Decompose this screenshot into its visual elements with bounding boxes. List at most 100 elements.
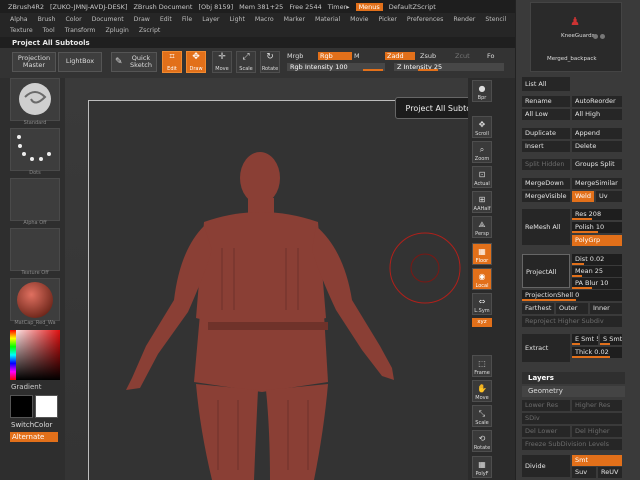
rgb-toggle[interactable]: Rgb: [318, 52, 352, 60]
draw-button[interactable]: ✥ Draw: [186, 51, 206, 73]
menu-item-zplugin[interactable]: Zplugin: [105, 27, 128, 34]
menu-item-layer[interactable]: Layer: [202, 16, 219, 23]
menu-item-render[interactable]: Render: [453, 16, 475, 23]
bpr-button[interactable]: ● Bpr: [472, 80, 492, 102]
geometry-section-header[interactable]: Geometry: [522, 386, 625, 397]
merge-down-button[interactable]: MergeDown: [522, 178, 570, 189]
append-button[interactable]: Append: [572, 128, 622, 139]
polyf-button[interactable]: ▦ PolyF: [472, 456, 492, 478]
color-picker[interactable]: [10, 330, 60, 380]
menu-item-edit[interactable]: Edit: [160, 16, 172, 23]
menus-toggle[interactable]: Menus: [355, 2, 383, 11]
merge-visible-button[interactable]: MergeVisible: [522, 191, 570, 202]
del-lower-button[interactable]: Del Lower: [522, 426, 570, 437]
inner-toggle[interactable]: Inner: [590, 303, 622, 314]
scroll-button[interactable]: ✥ Scroll: [472, 116, 492, 138]
subtool-item-merged-backpack[interactable]: Merged_backpack: [547, 56, 597, 62]
menu-item-marker[interactable]: Marker: [284, 16, 305, 23]
menu-item-texture[interactable]: Texture: [10, 27, 33, 34]
main-color-swatch[interactable]: [10, 395, 33, 418]
insert-button[interactable]: Insert: [522, 141, 570, 152]
m-toggle[interactable]: M: [354, 52, 360, 60]
alternate-button[interactable]: Alternate: [10, 432, 58, 442]
menu-item-light[interactable]: Light: [229, 16, 244, 23]
reproject-higher-button[interactable]: Reproject Higher Subdiv: [522, 316, 622, 327]
floor-button[interactable]: ▦ Floor: [472, 243, 492, 265]
brush-thumbnail[interactable]: [10, 78, 60, 121]
lower-res-button[interactable]: Lower Res: [522, 400, 570, 411]
menu-item-document[interactable]: Document: [92, 16, 124, 23]
list-all-button[interactable]: List All: [522, 77, 570, 91]
zoom-button[interactable]: ⌕ Zoom: [472, 141, 492, 163]
zcut-toggle[interactable]: Zcut: [455, 52, 470, 60]
menu-item-movie[interactable]: Movie: [350, 16, 368, 23]
divide-button[interactable]: Divide: [522, 455, 570, 477]
auto-reorder-button[interactable]: AutoReorder: [572, 96, 622, 107]
subtool-item-kneeguards[interactable]: KneeGuards: [561, 33, 595, 39]
visibility-toggle-icon[interactable]: [593, 33, 613, 39]
move-view-button[interactable]: ✋ Move: [472, 380, 492, 402]
switch-color-button[interactable]: SwitchColor: [11, 421, 52, 429]
layers-section-header[interactable]: Layers: [522, 372, 625, 384]
actual-button[interactable]: ⊡ Actual: [472, 166, 492, 188]
aahalf-button[interactable]: ⊞ AAHalf: [472, 191, 492, 213]
duplicate-button[interactable]: Duplicate: [522, 128, 570, 139]
weld-toggle[interactable]: Weld: [572, 191, 594, 202]
menu-item-draw[interactable]: Draw: [134, 16, 150, 23]
reuv-toggle[interactable]: ReUV: [598, 467, 622, 478]
menu-item-preferences[interactable]: Preferences: [407, 16, 443, 23]
scale-button[interactable]: ⤢ Scale: [236, 51, 256, 73]
lsym-button[interactable]: ⇔ L.Sym: [472, 293, 492, 315]
focal-shift-label[interactable]: Fo: [487, 52, 494, 60]
menu-item-alpha[interactable]: Alpha: [10, 16, 28, 23]
suv-toggle[interactable]: Suv: [572, 467, 596, 478]
sdiv-slider[interactable]: SDiv: [522, 413, 622, 424]
rotate-button[interactable]: ↻ Rotate: [260, 51, 280, 73]
zadd-toggle[interactable]: Zadd: [385, 52, 415, 60]
hue-strip[interactable]: [10, 330, 16, 380]
menu-item-color[interactable]: Color: [65, 16, 81, 23]
higher-res-button[interactable]: Higher Res: [572, 400, 622, 411]
rgb-intensity-slider[interactable]: Rgb Intensity 100: [287, 63, 385, 71]
uv-toggle[interactable]: Uv: [596, 191, 622, 202]
local-button[interactable]: ◉ Local: [472, 268, 492, 290]
menu-item-tool[interactable]: Tool: [43, 27, 55, 34]
projection-master-button[interactable]: Projection Master: [12, 52, 56, 72]
polygrp-toggle[interactable]: PolyGrp: [572, 235, 622, 246]
quick-sketch-button[interactable]: ✎ Quick Sketch: [111, 52, 157, 72]
menu-item-material[interactable]: Material: [315, 16, 340, 23]
split-hidden-button[interactable]: Split Hidden: [522, 159, 570, 170]
stroke-thumbnail[interactable]: [10, 128, 60, 171]
lightbox-button[interactable]: LightBox: [58, 52, 102, 72]
menu-item-stencil[interactable]: Stencil: [485, 16, 506, 23]
alpha-thumbnail[interactable]: [10, 178, 60, 221]
persp-button[interactable]: ⟁ Persp: [472, 216, 492, 238]
menu-item-brush[interactable]: Brush: [38, 16, 56, 23]
rename-button[interactable]: Rename: [522, 96, 570, 107]
frame-button[interactable]: ⬚ Frame: [472, 355, 492, 377]
all-high-button[interactable]: All High: [572, 109, 622, 120]
delete-button[interactable]: Delete: [572, 141, 622, 152]
menu-item-transform[interactable]: Transform: [65, 27, 96, 34]
z-intensity-slider[interactable]: Z Intensity 25: [394, 63, 504, 71]
material-thumbnail[interactable]: [10, 278, 60, 321]
outer-toggle[interactable]: Outer: [556, 303, 588, 314]
project-all-button[interactable]: ProjectAll: [522, 254, 570, 288]
secondary-color-swatch[interactable]: [35, 395, 58, 418]
move-button[interactable]: ✛ Move: [212, 51, 232, 73]
zsub-toggle[interactable]: Zsub: [420, 52, 436, 60]
rotate-view-button[interactable]: ⟲ Rotate: [472, 430, 492, 452]
smt-toggle[interactable]: Smt: [572, 455, 622, 466]
subtool-thumbnail-icon[interactable]: ♟: [555, 15, 595, 35]
menu-item-file[interactable]: File: [182, 16, 192, 23]
all-low-button[interactable]: All Low: [522, 109, 570, 120]
scale-view-button[interactable]: ⤡ Scale: [472, 405, 492, 427]
merge-similar-button[interactable]: MergeSimilar: [572, 178, 622, 189]
farthest-toggle[interactable]: Farthest: [522, 303, 554, 314]
freeze-subdivision-button[interactable]: Freeze SubDivision Levels: [522, 439, 622, 450]
xyz-button[interactable]: xyz: [472, 318, 492, 327]
del-higher-button[interactable]: Del Higher: [572, 426, 622, 437]
extract-button[interactable]: Extract: [522, 334, 570, 362]
remesh-all-button[interactable]: ReMesh All: [522, 209, 570, 245]
menu-item-picker[interactable]: Picker: [378, 16, 396, 23]
